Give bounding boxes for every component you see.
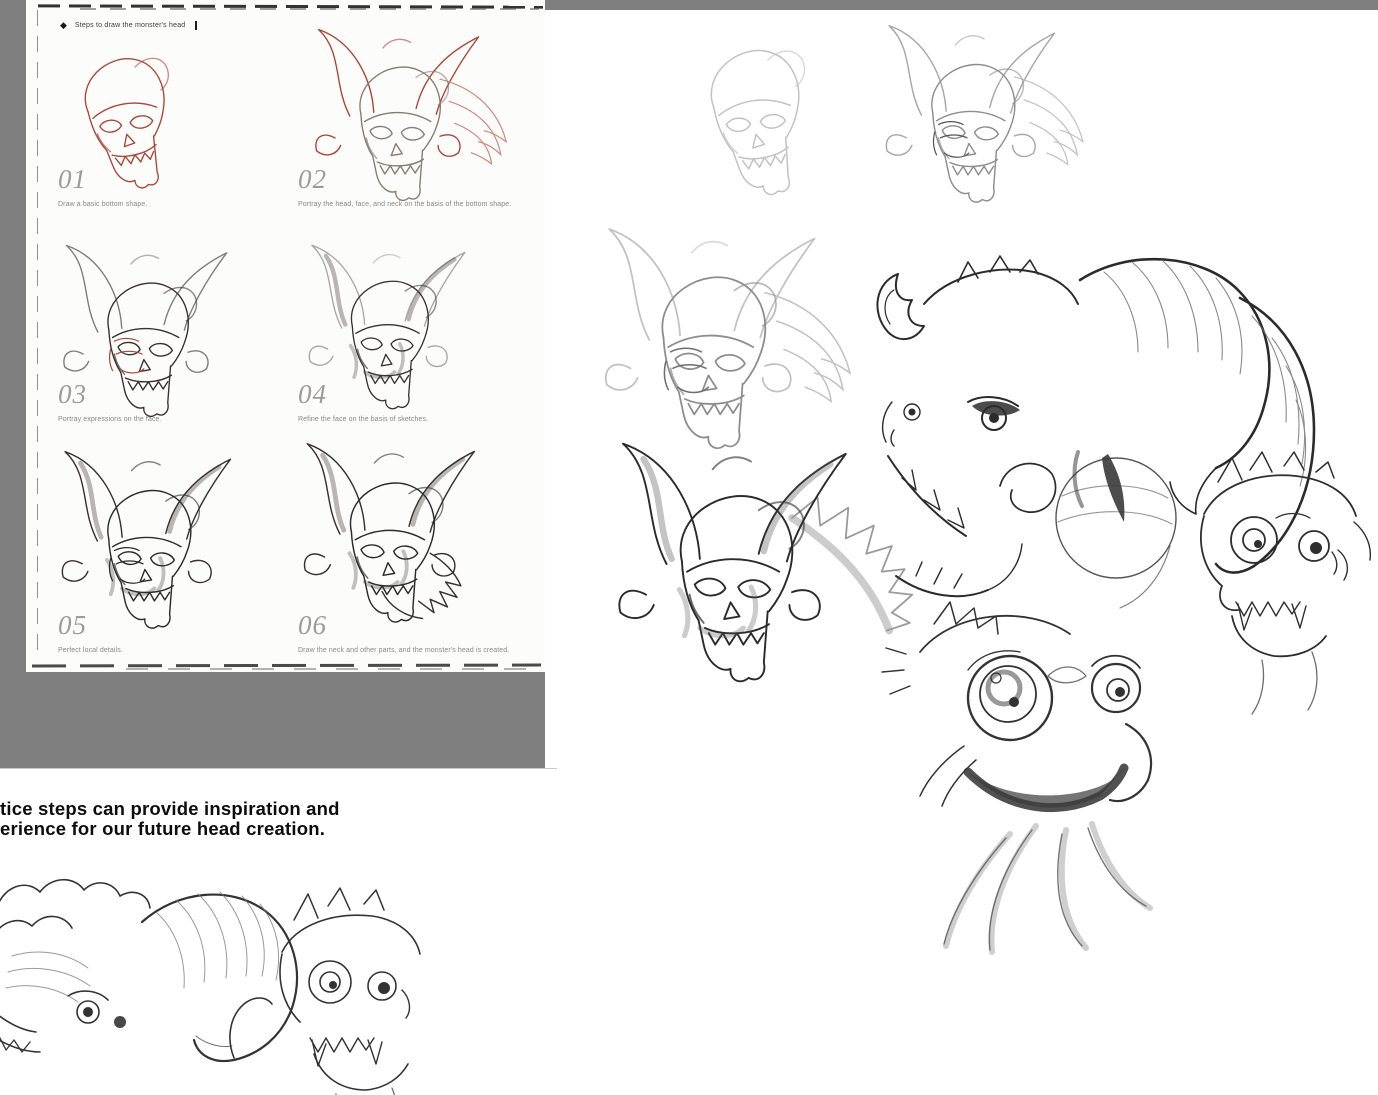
step-caption: Portray the head, face, and neck on the … xyxy=(298,201,512,208)
note-line-1: tice steps can provide inspiration and xyxy=(0,798,340,819)
step-caption: Perfect local details. xyxy=(58,647,123,654)
page-scan-bottom-edge xyxy=(31,663,542,668)
step-block-03: 03 Portray expressions on the face. xyxy=(58,379,298,423)
panel-bottom-hairline xyxy=(0,768,557,769)
note-text: tice steps can provide inspiration and e… xyxy=(0,799,340,838)
step-block-06: 06 Draw the neck and other parts, and th… xyxy=(298,610,538,654)
page-header-title: Steps to draw the monster's head xyxy=(74,22,186,29)
canvas-sketch-horned-head xyxy=(885,24,1084,203)
text-cursor-mark xyxy=(195,21,198,30)
page-scan-bottom-edge-2 xyxy=(106,668,535,670)
canvas-sketch-shaded-demon xyxy=(618,442,912,683)
step-block-05: 05 Perfect local details. xyxy=(58,610,298,654)
step-number: 02 xyxy=(298,164,327,194)
page-scan-top-edge-2 xyxy=(66,8,539,10)
scanned-book-page: ◆ Steps to draw the monster's head 01 Dr… xyxy=(26,0,545,672)
step-caption: Draw a basic bottom shape. xyxy=(58,201,148,208)
step-caption: Portray expressions on the face. xyxy=(58,416,162,423)
step-number: 06 xyxy=(298,610,327,640)
canvas-sketch-horned-head-mane xyxy=(604,228,851,450)
step-caption: Draw the neck and other parts, and the m… xyxy=(298,647,510,654)
step-caption: Refine the face on the basis of sketches… xyxy=(298,416,429,423)
step-number: 04 xyxy=(298,379,327,409)
step-number: 01 xyxy=(58,164,87,194)
canvas-sketch-fish-eye-creature xyxy=(881,601,1153,955)
top-gray-strip xyxy=(545,0,1378,10)
note-line-2: erience for our future head creation. xyxy=(0,817,326,839)
step-number: 03 xyxy=(58,379,87,409)
step-block-02: 02 Portray the head, face, and neck on t… xyxy=(298,164,538,208)
page-header: ◆ Steps to draw the monster's head xyxy=(60,20,198,30)
page-scan-left-edge xyxy=(37,10,38,658)
canvas-sketch-skull xyxy=(705,43,823,202)
step-number: 05 xyxy=(58,610,87,640)
step-block-01: 01 Draw a basic bottom shape. xyxy=(58,164,298,208)
bottom-left-drawing xyxy=(0,878,421,1095)
step-block-04: 04 Refine the face on the basis of sketc… xyxy=(298,379,538,423)
canvas-sketch-large-monster xyxy=(876,255,1316,609)
diamond-bullet-icon: ◆ xyxy=(60,20,67,30)
canvas-sketch-horned-skull xyxy=(1200,451,1372,715)
